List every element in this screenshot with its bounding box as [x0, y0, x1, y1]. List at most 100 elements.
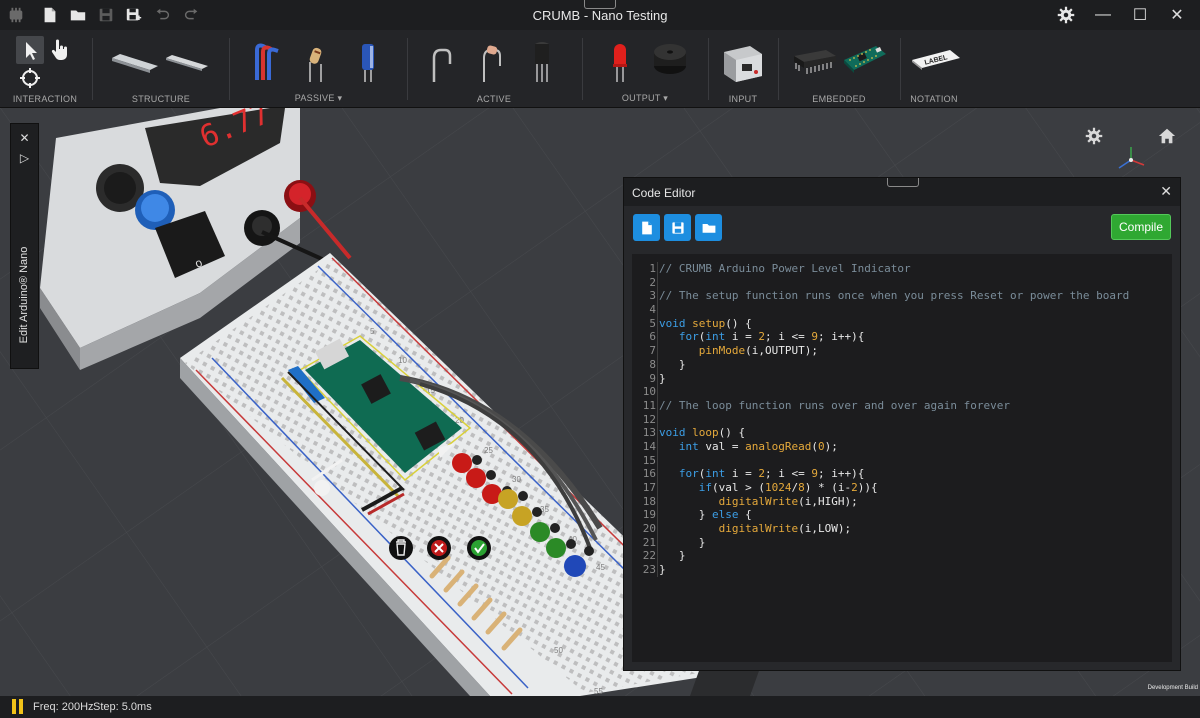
row-number: 50: [554, 646, 563, 655]
confirm-button[interactable]: [467, 536, 491, 560]
toolbar-divider: [92, 38, 93, 100]
structure-group: STRUCTURE: [94, 30, 228, 108]
line-number: 19: [642, 508, 656, 522]
code-line: // The setup function runs once when you…: [659, 289, 1130, 303]
pause-simulation-icon[interactable]: [12, 699, 26, 714]
line-number: 21: [642, 535, 656, 549]
settings-gear-icon[interactable]: [1055, 4, 1077, 26]
group-label-embedded: EMBEDDED: [812, 94, 866, 104]
editor-title: Code Editor: [632, 186, 696, 200]
code-line: }: [659, 549, 686, 563]
component-toolbar: INTERACTION STRUCTURE PASSIVE ▾ ACTIVE O…: [0, 30, 1200, 108]
row-number: 10: [398, 356, 407, 365]
wire-component[interactable]: [251, 40, 281, 87]
line-number: 20: [642, 522, 656, 536]
group-label-passive[interactable]: PASSIVE ▾: [231, 93, 406, 104]
panel-title: Edit Arduino® Nano: [18, 246, 30, 344]
select-pointer-button[interactable]: [16, 36, 44, 64]
editor-header[interactable]: Code Editor ✕: [624, 178, 1180, 206]
notation-group: LABEL NOTATION: [902, 30, 966, 108]
line-number-gutter: 1 2 3 4 5 6 7 8 9 10 11 12 13 14 15 16 17 18 19 20 21 22 23: [632, 262, 658, 577]
row-number: 25: [484, 446, 493, 455]
code-line: void setup() {: [659, 316, 752, 330]
code-line: }: [659, 357, 686, 371]
row-number: 45: [596, 563, 605, 572]
editor-close-button[interactable]: ✕: [1160, 183, 1172, 200]
transistor-component[interactable]: [529, 40, 555, 89]
buzzer-component[interactable]: [652, 40, 688, 87]
diode-component[interactable]: [429, 42, 455, 89]
line-number: 9: [649, 371, 656, 385]
group-label-active: ACTIVE: [476, 94, 512, 104]
toolbar-divider: [229, 38, 230, 100]
line-number: 10: [642, 385, 656, 399]
frequency-readout: Freq: 200Hz: [33, 701, 94, 713]
hand-pointer-icon: [51, 39, 67, 60]
line-number: 14: [642, 439, 656, 453]
status-bar: Freq: 200Hz Step: 5.0ms: [0, 696, 1200, 718]
row-number: 30: [512, 475, 521, 484]
line-number: 13: [642, 426, 656, 440]
line-number: 17: [642, 481, 656, 494]
compile-button[interactable]: Compile: [1111, 214, 1171, 240]
input-group: INPUT: [710, 30, 776, 108]
view-settings-gear-icon[interactable]: [1084, 126, 1104, 146]
hand-tool-button[interactable]: [46, 36, 74, 64]
active-group: ACTIVE: [409, 30, 579, 108]
code-editor-window: Code Editor ✕ Compile 1 2 3 4 5 6 7 8 9 10 11 12 13 1…: [623, 177, 1181, 671]
new-sketch-button[interactable]: [633, 214, 660, 241]
line-number: 22: [642, 549, 656, 563]
led-component[interactable]: [610, 40, 630, 89]
crosshair-icon: [20, 68, 40, 88]
ic-chip-component[interactable]: [792, 46, 838, 81]
breadboard-component[interactable]: [110, 50, 160, 79]
close-window-button[interactable]: ✕: [1154, 0, 1200, 30]
line-number: 7: [649, 344, 656, 358]
home-view-icon[interactable]: [1157, 126, 1177, 146]
crosshair-tool-button[interactable]: [18, 66, 42, 90]
line-number: 12: [642, 412, 656, 426]
label-note-component[interactable]: LABEL: [908, 48, 962, 77]
group-label-output[interactable]: OUTPUT ▾: [584, 93, 706, 104]
code-content: // CRUMB Arduino Power Level Indicator //…: [659, 262, 1168, 577]
axis-gizmo-icon[interactable]: [1114, 143, 1148, 177]
line-number: 15: [642, 453, 656, 467]
toolbar-divider: [582, 38, 583, 100]
row-number: 5: [370, 327, 375, 336]
code-line: pinMode(i,OUTPUT);: [698, 344, 818, 358]
code-line: } else {: [659, 508, 752, 522]
cancel-button[interactable]: [427, 536, 451, 560]
toolbar-divider: [708, 38, 709, 100]
line-number: 4: [649, 303, 656, 317]
delete-button[interactable]: [389, 536, 413, 560]
slider-handle[interactable]: [314, 480, 330, 496]
development-build-label: Development Build: [1147, 685, 1198, 691]
power-supply-component[interactable]: [720, 42, 766, 87]
passive-group: PASSIVE ▾: [231, 30, 406, 108]
step-readout: Step: 5.0ms: [93, 701, 152, 713]
code-text-area[interactable]: 1 2 3 4 5 6 7 8 9 10 11 12 13 14 15 16 17 18 19 20 21 22 23 //…: [632, 254, 1172, 662]
code-line: }: [659, 371, 666, 385]
resistor-component[interactable]: [305, 42, 327, 89]
line-number: 5: [649, 316, 656, 330]
zener-diode-component[interactable]: [479, 42, 505, 89]
panel-close-button[interactable]: ✕: [11, 128, 38, 148]
line-number: 11: [642, 398, 656, 412]
editor-drag-handle[interactable]: [887, 178, 919, 187]
save-icon: [671, 221, 684, 234]
breadboard-strip-component[interactable]: [164, 52, 210, 77]
line-number: 2: [649, 275, 656, 289]
capacitor-component[interactable]: [357, 40, 379, 89]
save-sketch-button[interactable]: [664, 214, 691, 241]
panel-expand-button[interactable]: ▷: [11, 148, 38, 168]
interaction-group: INTERACTION: [0, 30, 90, 108]
group-label-notation: NOTATION: [910, 94, 958, 104]
arduino-nano-component[interactable]: [842, 42, 888, 81]
open-sketch-button[interactable]: [695, 214, 722, 241]
new-file-icon: [641, 221, 652, 234]
code-line: // CRUMB Arduino Power Level Indicator: [659, 262, 911, 275]
